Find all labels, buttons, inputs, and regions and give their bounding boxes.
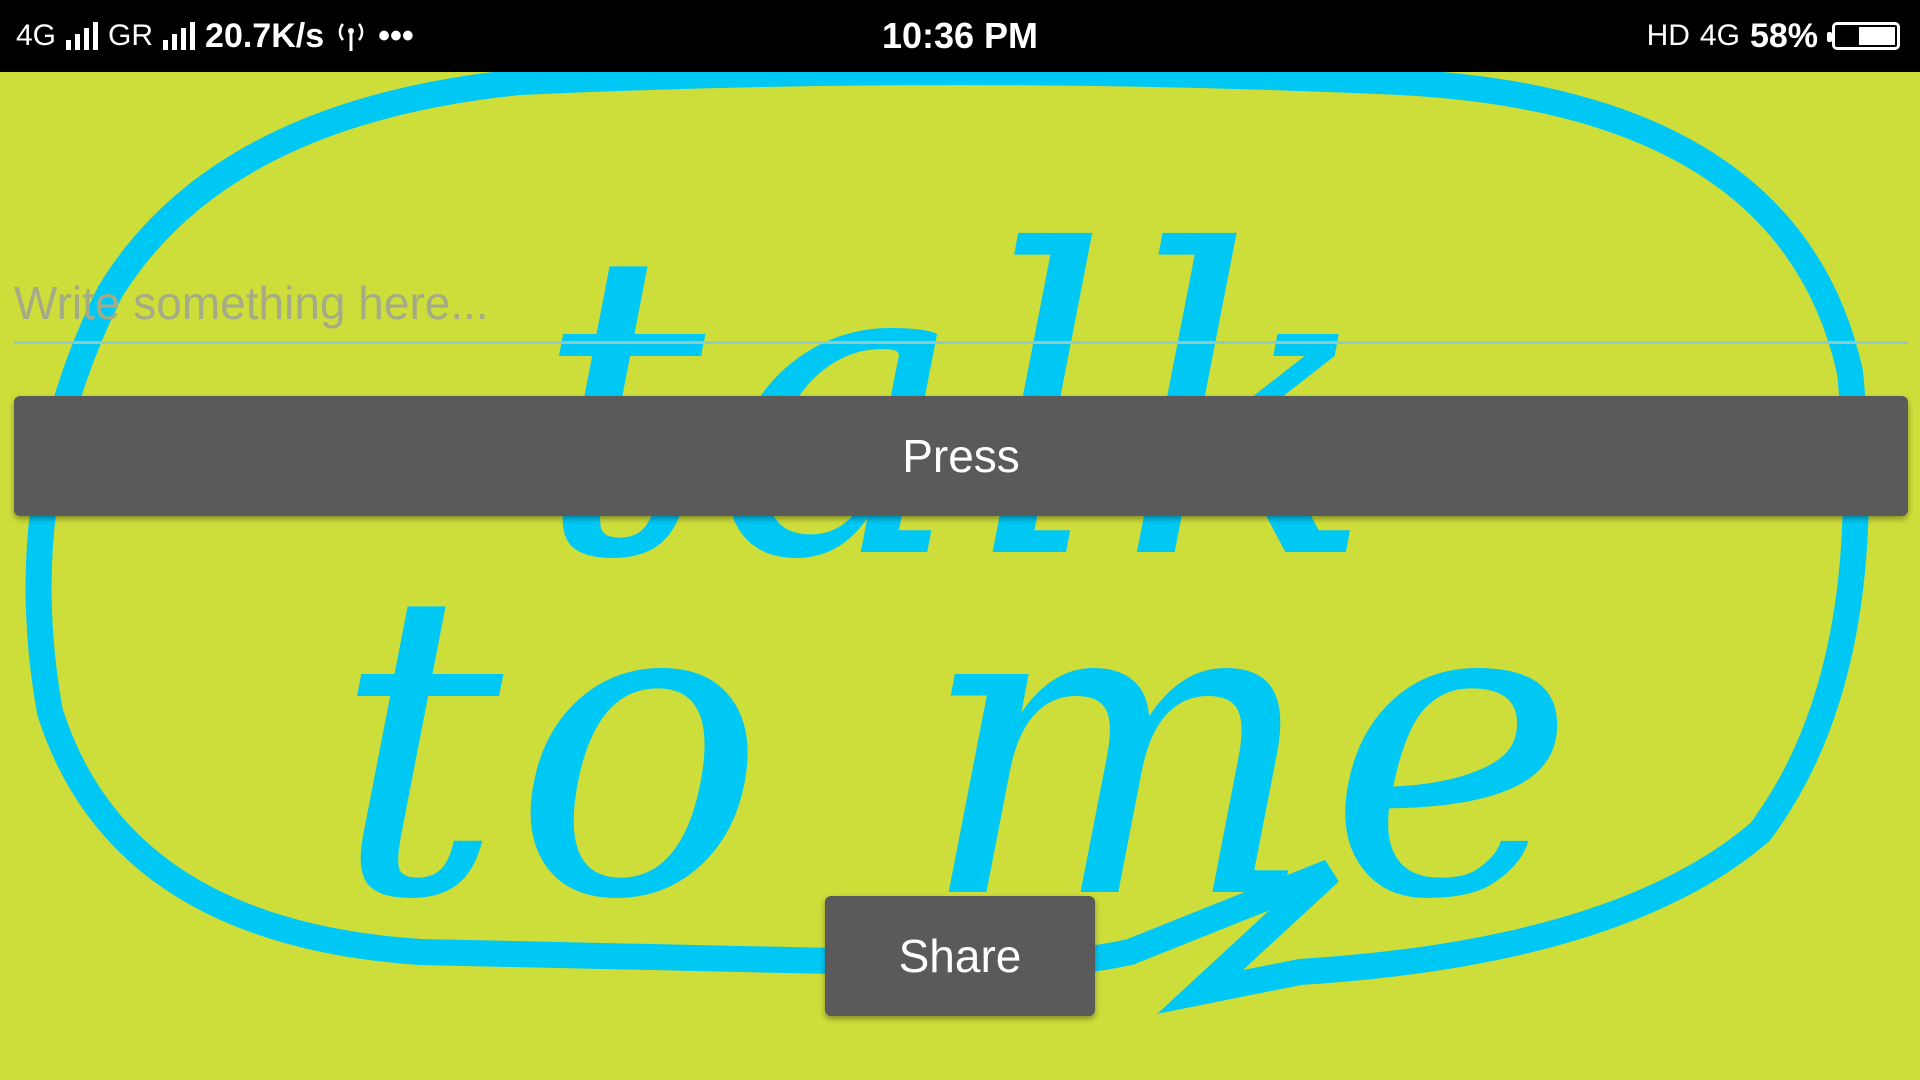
data-speed: 20.7K/s	[205, 16, 325, 55]
hd-voice-label: HD	[1646, 19, 1690, 52]
signal-strength-icon-2	[163, 22, 196, 50]
network-type-1: 4G	[16, 19, 57, 52]
message-input[interactable]	[14, 264, 1908, 344]
share-button[interactable]: Share	[825, 896, 1095, 1016]
signal-strength-icon	[66, 22, 99, 50]
press-button[interactable]: Press	[14, 396, 1908, 516]
status-left: 4G GR 20.7K/s •••	[16, 0, 414, 72]
network-type-2: GR	[108, 19, 154, 52]
battery-icon	[1827, 22, 1900, 50]
app-content: talk to me Press Share	[0, 72, 1920, 1080]
status-right: HD 4G 58%	[1647, 0, 1900, 72]
status-bar: 4G GR 20.7K/s ••• 10:36 PM HD 4G 58%	[0, 0, 1920, 72]
clock-time: 10:36 PM	[881, 15, 1039, 56]
battery-percent: 58%	[1749, 16, 1818, 55]
network-type-right: 4G	[1699, 19, 1740, 52]
hotspot-icon	[338, 23, 364, 51]
phone-screen: 4G GR 20.7K/s ••• 10:36 PM HD 4G 58% to …	[0, 0, 1920, 1080]
more-notifications-icon: •••	[378, 16, 414, 55]
